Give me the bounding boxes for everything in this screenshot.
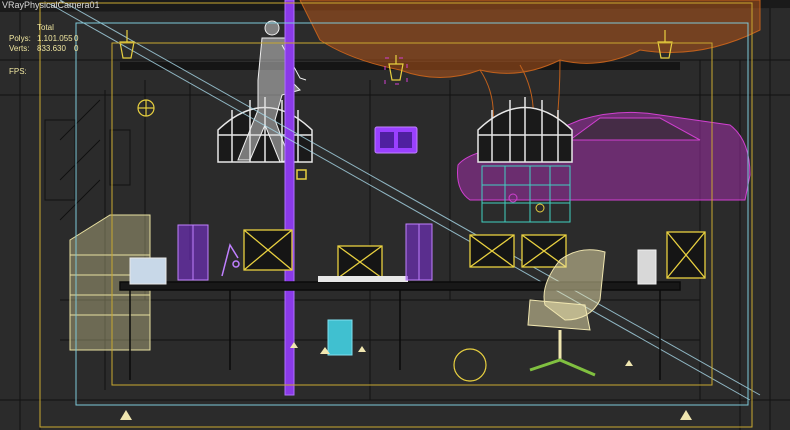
polys-selected-value: 0 xyxy=(74,34,79,43)
stats-total-header: Total xyxy=(37,23,54,32)
polys-value: 1.101.055 xyxy=(37,34,73,43)
keyboard xyxy=(318,276,408,282)
verts-label: Verts: xyxy=(9,44,30,53)
viewport[interactable]: VRayPhysicalCamera01 Total Polys: 1.101.… xyxy=(0,0,790,430)
polys-label: Polys: xyxy=(9,34,31,43)
verts-selected-value: 0 xyxy=(74,44,79,53)
verts-value: 833.630 xyxy=(37,44,66,53)
fps-label: FPS: xyxy=(9,67,27,76)
wall-clock xyxy=(374,126,418,154)
viewport-camera-label[interactable]: VRayPhysicalCamera01 xyxy=(2,1,100,10)
grey-tower xyxy=(637,249,657,285)
cyan-bin xyxy=(327,319,353,356)
wireframe-scene xyxy=(0,0,790,430)
purple-column xyxy=(284,0,295,396)
printer xyxy=(129,257,167,285)
